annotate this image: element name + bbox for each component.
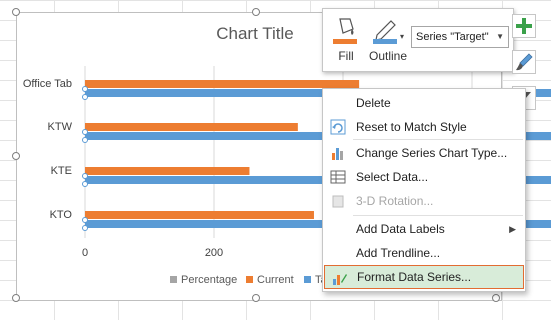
chart-styles-button[interactable]: [512, 50, 536, 74]
series-selector-dropdown[interactable]: Series "Target" ▼: [411, 26, 509, 48]
menu-item-format-data-series[interactable]: Format Data Series...: [324, 265, 524, 289]
paint-bucket-icon: [333, 18, 357, 44]
submenu-arrow-icon: ▶: [509, 224, 516, 234]
rotation-3d-icon: [332, 195, 344, 208]
menu-item-select-data[interactable]: Select Data...: [324, 165, 524, 189]
selection-handle: [82, 129, 88, 135]
selection-handle: [82, 86, 88, 92]
bar-current[interactable]: [85, 80, 360, 88]
menu-separator: [353, 139, 523, 140]
outline-label: Outline: [368, 49, 408, 63]
selection-handle: [82, 173, 88, 179]
menu-item-label: Add Trendline...: [356, 246, 441, 260]
svg-text:▾: ▾: [400, 32, 404, 41]
menu-item-reset-style[interactable]: Reset to Match Style: [324, 115, 524, 139]
selection-handle: [82, 94, 88, 100]
bar-current[interactable]: [85, 123, 298, 131]
menu-item-label: Change Series Chart Type...: [356, 146, 508, 160]
context-menu: Delete Reset to Match Style Change Serie…: [322, 88, 526, 292]
selection-handle: [82, 137, 88, 143]
menu-item-label: Format Data Series...: [357, 270, 472, 284]
outline-button[interactable]: ▾ Outline: [367, 15, 409, 67]
selection-handle: [82, 225, 88, 231]
mini-toolbar: Fill ▾ Outline Series "Target" ▼: [322, 8, 514, 72]
menu-item-add-data-labels[interactable]: Add Data Labels ▶: [324, 217, 524, 241]
category-label: KTW: [48, 121, 73, 133]
menu-item-label: Reset to Match Style: [356, 120, 467, 134]
x-tick-label: 0: [82, 247, 88, 259]
paintbrush-icon: [516, 53, 533, 71]
menu-item-label: 3-D Rotation...: [356, 194, 434, 208]
pen-outline-icon: ▾: [373, 20, 404, 44]
menu-item-label: Add Data Labels: [356, 222, 445, 236]
legend-label: Percentage: [181, 274, 237, 286]
selection-handle: [82, 217, 88, 223]
legend-label: Current: [257, 274, 294, 286]
select-data-icon: [330, 170, 346, 184]
legend-swatch: [246, 276, 253, 283]
selection-handle: [82, 181, 88, 187]
menu-item-3d-rotation: 3-D Rotation...: [324, 189, 524, 213]
x-tick-label: 200: [205, 247, 223, 259]
legend-swatch: [170, 276, 177, 283]
chevron-down-icon: ▼: [496, 32, 504, 41]
chart-type-icon: [332, 148, 343, 160]
fill-button[interactable]: Fill: [331, 15, 361, 67]
bar-current[interactable]: [85, 211, 314, 219]
fill-label: Fill: [338, 49, 354, 63]
menu-item-label: Select Data...: [356, 170, 429, 184]
menu-item-change-chart-type[interactable]: Change Series Chart Type...: [324, 141, 524, 165]
menu-item-label: Delete: [356, 96, 391, 110]
legend: Percentage Current Ta: [170, 274, 328, 286]
chart-elements-button[interactable]: [512, 14, 536, 38]
legend-swatch: [304, 276, 311, 283]
format-series-icon: [333, 274, 347, 285]
reset-style-icon: [330, 119, 346, 135]
category-labels: Office Tab KTW KTE KTO: [23, 78, 73, 221]
category-label: KTO: [50, 209, 73, 221]
menu-item-delete[interactable]: Delete: [324, 91, 524, 115]
series-selector-value: Series "Target": [416, 31, 489, 43]
menu-separator: [353, 215, 523, 216]
category-label: KTE: [51, 165, 72, 177]
bar-current[interactable]: [85, 167, 250, 175]
menu-item-add-trendline[interactable]: Add Trendline...: [324, 241, 524, 265]
category-label: Office Tab: [23, 78, 72, 90]
plus-icon: [516, 18, 532, 34]
